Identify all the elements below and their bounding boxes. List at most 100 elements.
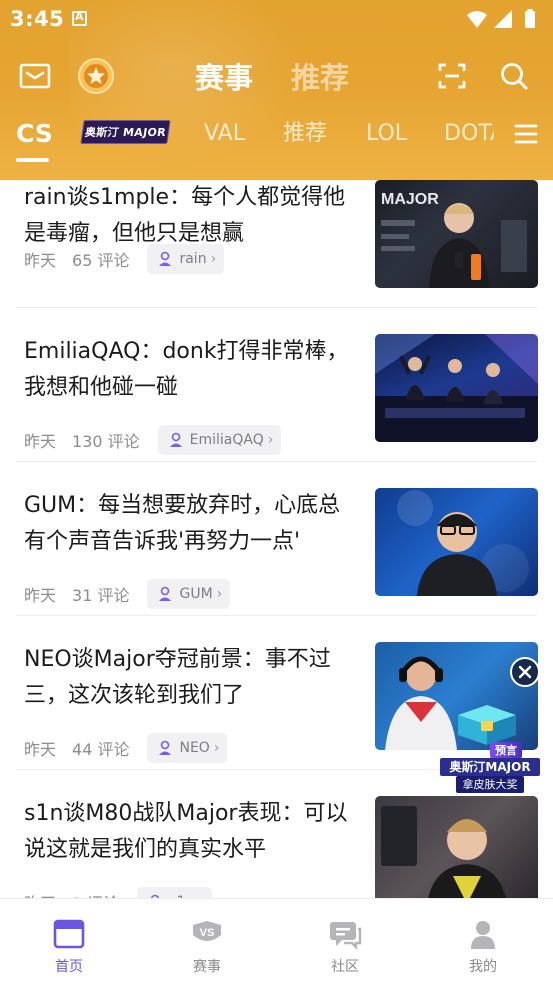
nav-home-label: 首页 xyxy=(55,959,83,975)
category-major-logo[interactable]: 奥斯汀 MAJOR xyxy=(80,120,171,144)
person-icon xyxy=(159,586,172,601)
promo-badge: 预言 xyxy=(490,742,522,759)
scan-icon xyxy=(438,63,466,89)
category-active-indicator xyxy=(16,158,49,162)
mail-button[interactable] xyxy=(15,56,55,96)
news-card[interactable]: GUM：每当想要放弃时，心底总有个声音告诉我'再努力一点' 昨天 31 评论 G… xyxy=(0,462,553,616)
thumbnail-art xyxy=(375,334,538,442)
thumbnail-art xyxy=(381,806,506,898)
nav-community[interactable]: 社区 xyxy=(310,917,380,979)
player-tag[interactable]: GUM › xyxy=(147,579,231,609)
treasure-chest-icon xyxy=(458,705,516,745)
search-button[interactable] xyxy=(494,56,534,96)
promo-widget[interactable]: 预言 奥斯汀MAJOR 拿皮肤大奖 xyxy=(438,655,546,793)
search-icon xyxy=(501,63,528,90)
news-date: 昨天 xyxy=(24,432,57,451)
status-time: 3:45 xyxy=(10,7,65,31)
wifi-icon xyxy=(467,11,487,28)
player-tag-label: rain xyxy=(179,251,207,267)
thumbnail-art: MAJOR xyxy=(381,191,527,288)
news-meta: 昨天 130 评论 EmiliaQAQ › xyxy=(24,425,282,455)
news-thumbnail[interactable]: MAJOR xyxy=(375,180,538,288)
news-date: 昨天 xyxy=(24,890,56,898)
status-icons xyxy=(467,9,535,28)
player-tag-label: NEO xyxy=(179,740,210,756)
category-val[interactable]: VAL xyxy=(204,118,245,150)
tab-recommend[interactable]: 推荐 xyxy=(291,56,349,100)
person-icon xyxy=(159,740,172,755)
news-thumbnail[interactable] xyxy=(375,488,538,596)
svg-text:MAJOR: MAJOR xyxy=(381,191,439,208)
news-comments: 1 评论 xyxy=(72,890,119,898)
signal-icon xyxy=(494,10,512,28)
scan-button[interactable] xyxy=(432,56,472,96)
news-title: s1n谈M80战队Major表现：可以说这就是我们的真实水平 xyxy=(24,801,348,862)
player-tag[interactable]: s1n › xyxy=(137,887,212,898)
player-tag[interactable]: EmiliaQAQ › xyxy=(157,425,282,455)
thumbnail-art xyxy=(397,490,529,596)
nav-profile-label: 我的 xyxy=(469,959,497,975)
medal-icon xyxy=(78,58,114,94)
chevron-right-icon: › xyxy=(267,432,274,448)
news-meta: 昨天 31 评论 GUM › xyxy=(24,579,231,609)
main-tabs: 赛事 推荐 xyxy=(195,56,349,100)
player-tag[interactable]: rain › xyxy=(147,244,225,274)
news-title: NEO谈Major夺冠前景：事不过三，这次该轮到我们了 xyxy=(24,647,331,708)
nav-home[interactable]: 首页 xyxy=(34,917,104,979)
status-bar: 3:45 xyxy=(0,0,553,40)
header-top-row: 赛事 推荐 xyxy=(0,52,553,102)
promo-subtitle: 拿皮肤大奖 xyxy=(456,776,524,793)
news-comments: 44 评论 xyxy=(72,740,130,759)
news-date: 昨天 xyxy=(24,586,57,605)
news-date: 昨天 xyxy=(24,740,57,759)
promo-close-button[interactable] xyxy=(510,657,540,687)
news-title: rain谈s1mple：每个人都觉得他是毒瘤，但他只是想赢 xyxy=(24,185,346,246)
major-logo-text: 奥斯汀 MAJOR xyxy=(84,126,167,139)
home-icon xyxy=(53,919,85,949)
tab-matches[interactable]: 赛事 xyxy=(195,56,253,100)
battery-icon xyxy=(525,9,535,28)
person-icon xyxy=(471,921,495,949)
nav-profile[interactable]: 我的 xyxy=(448,917,518,979)
news-title: GUM：每当想要放弃时，心底总有个声音告诉我'再努力一点' xyxy=(24,493,341,554)
news-meta: 昨天 65 评论 rain › xyxy=(24,244,225,274)
news-comments: 65 评论 xyxy=(72,251,130,270)
vs-icon: VS xyxy=(193,921,221,941)
notification-a-icon xyxy=(72,10,87,26)
news-card[interactable]: EmiliaQAQ：donk打得非常棒，我想和他碰一碰 昨天 130 评论 Em… xyxy=(0,308,553,462)
level-badge-button[interactable] xyxy=(76,56,116,96)
player-tag-label: EmiliaQAQ xyxy=(189,432,264,448)
menu-icon[interactable] xyxy=(512,120,540,148)
svg-text:VS: VS xyxy=(200,927,215,939)
news-title: EmiliaQAQ：donk打得非常棒，我想和他碰一碰 xyxy=(24,339,349,400)
category-lol[interactable]: LOL xyxy=(366,118,407,150)
player-tag[interactable]: NEO › xyxy=(147,733,228,763)
news-comments: 130 评论 xyxy=(72,432,140,451)
news-card[interactable]: rain谈s1mple：每个人都觉得他是毒瘤，但他只是想赢 昨天 65 评论 r… xyxy=(0,180,553,308)
news-meta: 昨天 44 评论 NEO › xyxy=(24,733,228,763)
news-thumbnail[interactable] xyxy=(375,796,538,898)
player-tag-label: GUM xyxy=(179,586,213,602)
person-icon xyxy=(159,251,172,266)
nav-community-label: 社区 xyxy=(331,959,359,975)
category-dota[interactable]: DOTA xyxy=(444,118,494,150)
promo-title: 奥斯汀MAJOR xyxy=(440,758,540,776)
mail-icon xyxy=(19,63,51,89)
chevron-right-icon: › xyxy=(213,740,220,756)
bottom-nav: 首页 VS 赛事 社区 我的 xyxy=(0,898,553,984)
news-date: 昨天 xyxy=(24,251,57,270)
news-comments: 31 评论 xyxy=(72,586,130,605)
chevron-right-icon: › xyxy=(216,586,223,602)
category-tabs: CS 奥斯汀 MAJOR VAL 推荐 LOL DOTA xyxy=(0,110,553,170)
close-icon xyxy=(518,665,532,679)
chat-icon xyxy=(330,922,362,950)
category-cs[interactable]: CS xyxy=(16,118,53,150)
nav-matches-label: 赛事 xyxy=(193,959,221,975)
chevron-right-icon: › xyxy=(210,251,217,267)
news-thumbnail[interactable] xyxy=(375,334,538,442)
category-recommend[interactable]: 推荐 xyxy=(283,118,327,150)
person-icon xyxy=(169,432,182,447)
news-meta: 昨天 1 评论 s1n › xyxy=(24,887,212,898)
app-header: 3:45 A 赛事 推荐 CS 奥斯汀 MAJOR VAL 推荐 LOL DOT xyxy=(0,0,553,180)
nav-matches[interactable]: VS 赛事 xyxy=(172,917,242,979)
